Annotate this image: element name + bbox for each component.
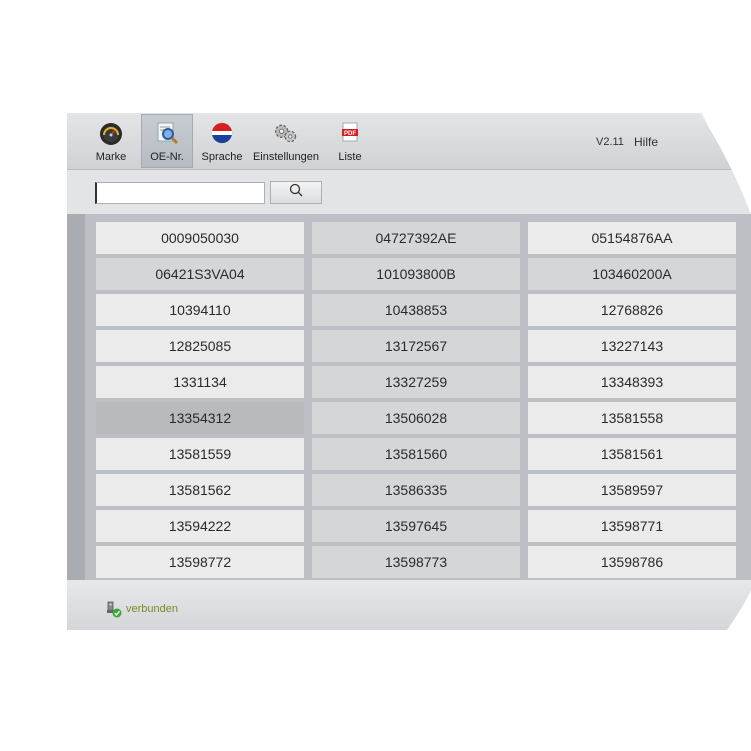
toolbar-button-einstellungen[interactable]: Einstellungen — [251, 115, 321, 167]
pdf-icon: PDF — [337, 120, 363, 146]
toolbar-label: OE-Nr. — [150, 151, 184, 163]
help-link[interactable]: Hilfe — [634, 135, 658, 149]
speedometer-icon — [98, 120, 124, 146]
grid-cell[interactable]: 13589597 — [528, 474, 736, 506]
grid-cell[interactable]: 13598771 — [528, 510, 736, 542]
grid-cell[interactable]: 13581559 — [96, 438, 304, 470]
grid-cell[interactable]: 13598773 — [312, 546, 520, 578]
grid-cell[interactable]: 04727392AE — [312, 222, 520, 254]
version-label: V2.11 — [596, 136, 624, 148]
grid-cell[interactable]: 12825085 — [96, 330, 304, 362]
search-bar — [67, 170, 751, 214]
magnifier-search-icon — [154, 120, 180, 146]
grid-cell[interactable]: 13354312 — [96, 402, 304, 434]
language-flag-icon — [209, 120, 235, 146]
usb-connected-icon — [107, 601, 123, 624]
grid-cell[interactable]: 0009050030 — [96, 222, 304, 254]
search-input[interactable] — [95, 182, 265, 204]
grid-cell[interactable]: 13348393 — [528, 366, 736, 398]
grid-cell[interactable]: 13598772 — [96, 546, 304, 578]
grid-cell[interactable]: 06421S3VA04 — [96, 258, 304, 290]
search-icon — [289, 183, 303, 202]
grid-cell[interactable]: 13586335 — [312, 474, 520, 506]
grid-cell[interactable]: 13506028 — [312, 402, 520, 434]
status-bar: verbunden — [67, 580, 751, 630]
toolbar-label: Sprache — [201, 151, 243, 163]
grid-cell[interactable]: 13581562 — [96, 474, 304, 506]
grid-cell[interactable]: 13597645 — [312, 510, 520, 542]
search-button[interactable] — [270, 181, 322, 204]
grid-cell[interactable]: 12768826 — [528, 294, 736, 326]
grid-cell[interactable]: 1331134 — [96, 366, 304, 398]
grid-side-scrollbar[interactable] — [67, 214, 85, 580]
oe-number-grid: 0009050030 04727392AE 05154876AA 06421S3VA0… — [67, 214, 751, 580]
grid-cell[interactable]: 05154876AA — [528, 222, 736, 254]
toolbar: Marke OE-Nr. Sprache Einstellungen PDF L… — [67, 113, 751, 170]
grid-cell[interactable]: 103460200A — [528, 258, 736, 290]
grid-cell[interactable]: 13581558 — [528, 402, 736, 434]
toolbar-label: Marke — [95, 151, 127, 163]
grid-cell[interactable]: 13581561 — [528, 438, 736, 470]
toolbar-button-liste[interactable]: PDF Liste — [332, 115, 368, 167]
toolbar-label: Einstellungen — [252, 151, 320, 163]
connection-status: verbunden — [126, 603, 178, 615]
gears-icon — [273, 120, 299, 146]
grid-cell[interactable]: 13227143 — [528, 330, 736, 362]
svg-text:PDF: PDF — [344, 131, 356, 137]
grid-cell[interactable]: 10394110 — [96, 294, 304, 326]
grid-cell[interactable]: 13172567 — [312, 330, 520, 362]
toolbar-button-sprache[interactable]: Sprache — [200, 115, 244, 167]
grid-cell[interactable]: 13598786 — [528, 546, 736, 578]
toolbar-button-oe-nr[interactable]: OE-Nr. — [141, 114, 193, 168]
grid-cell[interactable]: 101093800B — [312, 258, 520, 290]
grid-cell[interactable]: 13581560 — [312, 438, 520, 470]
app-window: Marke OE-Nr. Sprache Einstellungen PDF L… — [67, 113, 751, 630]
grid-cell[interactable]: 13594222 — [96, 510, 304, 542]
grid-cell[interactable]: 10438853 — [312, 294, 520, 326]
toolbar-button-marke[interactable]: Marke — [91, 115, 131, 167]
toolbar-label: Liste — [338, 151, 362, 163]
grid-cell[interactable]: 13327259 — [312, 366, 520, 398]
